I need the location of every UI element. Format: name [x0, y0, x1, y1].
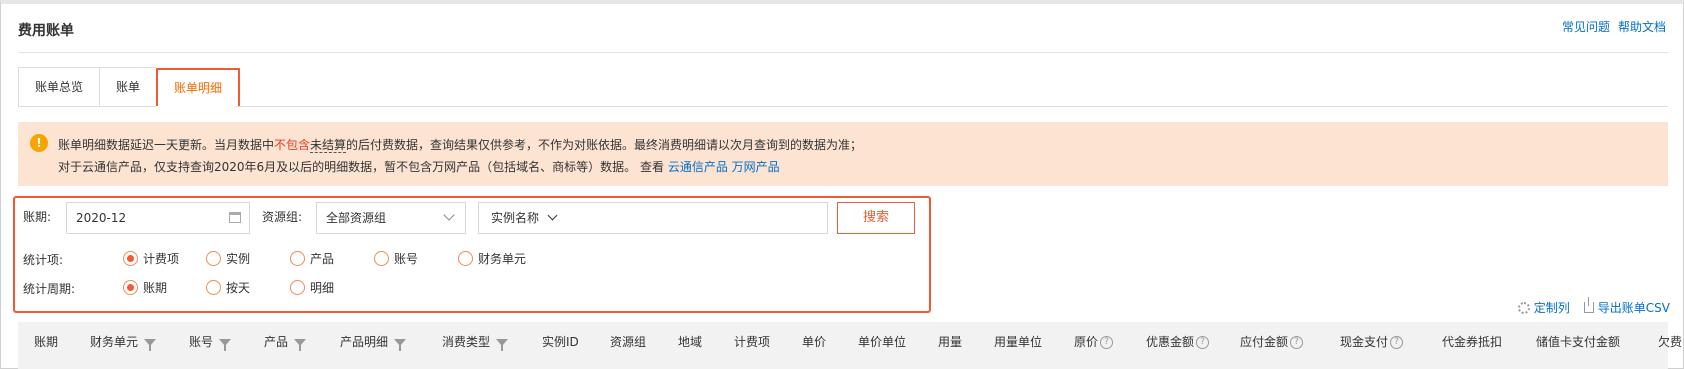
col-payable: 应付金额? [1240, 322, 1304, 362]
stat-item-label: 统计项: [23, 253, 64, 267]
col-cash-paid: 现金支付? [1340, 322, 1404, 362]
tab-bill-details[interactable]: 账单明细 [156, 68, 241, 106]
col-usage-unit: 用量单位 [994, 335, 1043, 349]
radio-icon [206, 280, 221, 295]
tab-bar: 账单总览 账单 账单明细 [18, 67, 241, 107]
col-region: 地域 [678, 335, 703, 349]
radio-period-detail[interactable]: 明细 [290, 279, 334, 296]
help-docs-link[interactable]: 帮助文档 [1618, 18, 1666, 35]
radio-checked-icon [123, 280, 138, 295]
instance-search-input[interactable]: 实例名称 [478, 202, 828, 234]
filter-icon[interactable] [294, 338, 307, 351]
notice-banner: ! 账单明细数据延迟一天更新。当月数据中不包含未结算的后付费数据，查询结果仅供参… [18, 122, 1668, 186]
page-title: 费用账单 [18, 23, 74, 39]
radio-icon [290, 280, 305, 295]
resource-group-label: 资源组: [262, 210, 303, 224]
notice-line-2: 对于云通信产品，仅支持查询2020年6月及以后的明细数据，暂不包含万网产品（包括… [58, 160, 780, 174]
filter-icon[interactable] [219, 338, 232, 351]
col-account: 账号 [189, 322, 232, 362]
period-date-input[interactable]: 2020-12 [66, 202, 250, 234]
col-instance-id: 实例ID [542, 335, 579, 349]
customize-columns-button[interactable]: 定制列 [1517, 299, 1570, 316]
radio-stat-instance[interactable]: 实例 [206, 250, 250, 267]
help-icon[interactable]: ? [1390, 335, 1404, 349]
help-icon[interactable]: ? [1196, 335, 1210, 349]
col-discount: 优惠金额? [1146, 322, 1210, 362]
radio-icon [290, 251, 305, 266]
radio-stat-billing-item[interactable]: 计费项 [123, 250, 179, 267]
radio-icon [374, 251, 389, 266]
filter-icon[interactable] [394, 338, 407, 351]
export-csv-button[interactable]: 导出账单CSV [1583, 297, 1670, 316]
col-period: 账期 [34, 335, 59, 349]
col-product-detail: 产品明细 [340, 322, 407, 362]
col-voucher: 代金券抵扣 [1442, 335, 1503, 349]
tab-bill[interactable]: 账单 [99, 67, 157, 107]
col-resource-group: 资源组 [610, 335, 647, 349]
radio-checked-icon [123, 251, 138, 266]
radio-icon [458, 251, 473, 266]
col-arrears: 欠费 [1658, 335, 1683, 349]
col-price-unit: 单价单位 [858, 335, 907, 349]
help-icon[interactable]: ? [1100, 335, 1114, 349]
radio-stat-finance-unit[interactable]: 财务单元 [458, 250, 526, 267]
instance-name-select[interactable]: 实例名称 [491, 211, 539, 225]
table-tools: 定制列 导出账单CSV [1517, 297, 1670, 316]
col-stored-card: 储值卡支付金额 [1536, 335, 1621, 349]
period-label: 账期: [23, 210, 52, 224]
search-button[interactable]: 搜索 [837, 202, 915, 234]
export-icon [1583, 297, 1594, 313]
radio-stat-product[interactable]: 产品 [290, 250, 334, 267]
help-links: 常见问题 帮助文档 [1562, 18, 1666, 35]
notice-unsettled-term[interactable]: 未结算 [310, 138, 347, 153]
cloud-comm-products-link[interactable]: 云通信产品 [668, 160, 728, 174]
col-consume-type: 消费类型 [442, 322, 509, 362]
faq-link[interactable]: 常见问题 [1562, 18, 1610, 35]
resource-group-select[interactable]: 全部资源组 [316, 202, 466, 234]
notice-line-1: 账单明细数据延迟一天更新。当月数据中不包含未结算的后付费数据，查询结果仅供参考，… [58, 138, 863, 153]
radio-period-billing[interactable]: 账期 [123, 279, 167, 296]
col-usage: 用量 [938, 335, 963, 349]
wanwang-products-link[interactable]: 万网产品 [732, 160, 780, 174]
help-icon[interactable]: ? [1290, 335, 1304, 349]
radio-stat-account[interactable]: 账号 [374, 250, 418, 267]
resource-group-value: 全部资源组 [326, 211, 387, 225]
col-unit-price: 单价 [802, 335, 827, 349]
tabs-divider [236, 106, 1668, 107]
notice-excluded-text: 不包含 [274, 138, 311, 152]
chevron-down-icon [443, 209, 455, 221]
stat-period-label: 统计周期: [23, 282, 76, 296]
title-divider [18, 52, 1668, 53]
period-date-value: 2020-12 [76, 211, 127, 225]
filter-icon[interactable] [496, 338, 509, 351]
info-icon: ! [30, 134, 48, 152]
table-header: 账期 财务单元 账号 产品 产品明细 消费类型 实例ID 资源组 地域 计费项 … [18, 322, 1682, 369]
col-finance-unit: 财务单元 [90, 322, 157, 362]
gear-icon [1517, 301, 1530, 314]
col-product: 产品 [264, 322, 307, 362]
chevron-down-icon[interactable] [547, 210, 558, 221]
calendar-icon[interactable] [229, 212, 241, 223]
radio-icon [206, 251, 221, 266]
filter-icon[interactable] [144, 338, 157, 351]
col-billing-item: 计费项 [734, 335, 771, 349]
col-original-price: 原价? [1074, 322, 1114, 362]
radio-period-daily[interactable]: 按天 [206, 279, 250, 296]
tab-bill-overview[interactable]: 账单总览 [18, 67, 100, 107]
